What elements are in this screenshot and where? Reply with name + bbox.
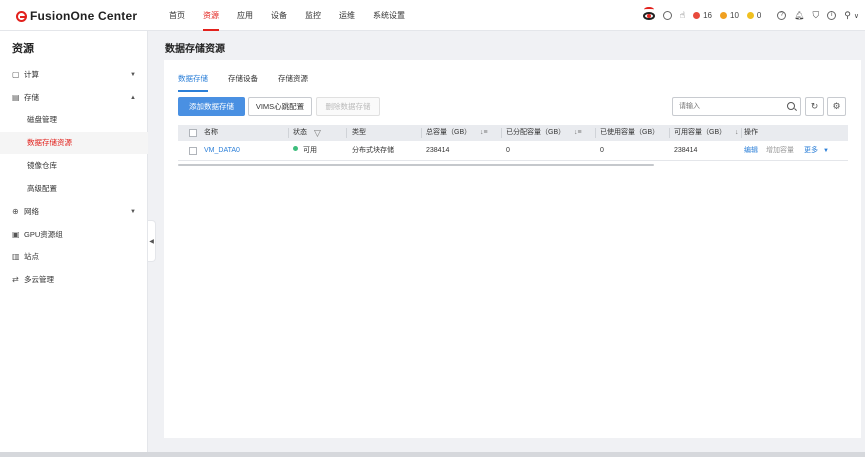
search-input[interactable] bbox=[673, 98, 773, 115]
gear-icon: ⚙ bbox=[832, 101, 841, 111]
sidebar-item-storage[interactable]: ▤ 存储 ▲ bbox=[0, 87, 148, 109]
info-icon[interactable]: i bbox=[827, 11, 837, 20]
sort-icon[interactable]: ↓≡ bbox=[574, 125, 582, 141]
vims-heartbeat-config-button[interactable]: VIMS心跳配置 bbox=[248, 97, 312, 116]
storage-name-link[interactable]: VM_DATA0 bbox=[204, 141, 240, 161]
content-panel: 数据存储 存储设备 存储资源 添加数据存储 VIMS心跳配置 删除数据存储 ↻ … bbox=[164, 60, 861, 438]
header-actions: 操作 bbox=[744, 129, 758, 136]
search-box bbox=[672, 97, 801, 116]
sidebar-item-disk-management[interactable]: 磁盘管理 bbox=[0, 109, 148, 131]
storage-icon: ▤ bbox=[12, 93, 20, 102]
sidebar-item-data-storage[interactable]: 数据存储资源 bbox=[0, 132, 148, 154]
speed-icon[interactable] bbox=[662, 11, 672, 20]
sidebar: 资源 ▢ 计算 ▼ ▤ 存储 ▲ 磁盘管理 数据存储资源 镜像仓库 高级配置 ⊕ 网络 ▼ … bbox=[0, 31, 148, 457]
total-capacity-cell: 238414 bbox=[426, 147, 450, 154]
chevron-up-icon: ▲ bbox=[130, 95, 136, 101]
top-right-toolbar: ☝ 16 10 0 ? 🔔︎ ⛉ i ⚲ ∨ bbox=[635, 0, 859, 31]
allocated-capacity-cell: 0 bbox=[506, 147, 510, 154]
nav-applications[interactable]: 应用 bbox=[237, 0, 253, 31]
select-all-checkbox[interactable] bbox=[189, 129, 197, 137]
bottom-scrollbar[interactable] bbox=[0, 452, 865, 457]
type-cell: 分布式块存储 bbox=[352, 147, 394, 154]
tab-storage-resources[interactable]: 存储资源 bbox=[278, 73, 308, 92]
logo[interactable]: FusionOne Center bbox=[16, 9, 137, 23]
table-header: 名称 状态 ▽ 类型 总容量（GB） ↓≡ 已分配容量（GB） ↓≡ 已使用容量… bbox=[178, 125, 848, 141]
top-bar: FusionOne Center 首页 资源 应用 设备 监控 运维 系统设置 … bbox=[0, 0, 865, 31]
help-icon[interactable]: ? bbox=[777, 11, 787, 20]
main-nav: 首页 资源 应用 设备 监控 运维 系统设置 bbox=[169, 0, 423, 31]
used-capacity-cell: 0 bbox=[600, 147, 604, 154]
tab-data-storage[interactable]: 数据存储 bbox=[178, 73, 208, 92]
tab-storage-devices[interactable]: 存储设备 bbox=[228, 73, 258, 92]
logo-icon bbox=[16, 10, 27, 22]
eye-icon[interactable] bbox=[642, 6, 655, 20]
cube-icon: ▢ bbox=[12, 70, 20, 79]
header-total-capacity: 总容量（GB） bbox=[426, 129, 472, 136]
horizontal-scrollbar[interactable] bbox=[178, 164, 654, 166]
sort-icon[interactable]: ↓ bbox=[735, 125, 739, 141]
more-link[interactable]: 更多 bbox=[804, 141, 818, 161]
sidebar-item-image-repository[interactable]: 镜像仓库 bbox=[0, 155, 148, 177]
page-title: 数据存储资源 bbox=[165, 44, 225, 55]
shield-icon[interactable]: ⛉ bbox=[813, 10, 820, 21]
globe-icon: ⊕ bbox=[12, 207, 19, 216]
sidebar-item-network[interactable]: ⊕ 网络 ▼ bbox=[0, 201, 148, 223]
available-capacity-cell: 238414 bbox=[674, 147, 698, 154]
major-alarm-badge[interactable]: 10 bbox=[720, 11, 739, 20]
tab-bar: 数据存储 存储设备 存储资源 bbox=[178, 73, 328, 92]
nav-devices[interactable]: 设备 bbox=[271, 0, 287, 31]
header-used-capacity: 已使用容量（GB） bbox=[600, 129, 660, 136]
nav-system-settings[interactable]: 系统设置 bbox=[373, 0, 405, 31]
header-available-capacity: 可用容量（GB） bbox=[674, 129, 727, 136]
sidebar-collapse-button[interactable]: ◀ bbox=[148, 220, 156, 262]
add-capacity-link[interactable]: 增加容量 bbox=[766, 141, 794, 161]
minor-alarm-badge[interactable]: 0 bbox=[746, 11, 761, 20]
header-type: 类型 bbox=[352, 129, 366, 136]
major-alarm-icon bbox=[720, 12, 727, 19]
hand-icon[interactable]: ☝ bbox=[680, 10, 685, 21]
nav-monitoring[interactable]: 监控 bbox=[305, 0, 321, 31]
sidebar-item-sites[interactable]: ▥ 站点 bbox=[0, 246, 148, 268]
chevron-down-icon[interactable]: ∨ bbox=[854, 12, 859, 20]
sidebar-title: 资源 bbox=[12, 43, 34, 55]
cloud-icon: ⇄ bbox=[12, 275, 19, 284]
edit-link[interactable]: 编辑 bbox=[744, 141, 758, 161]
sidebar-item-multicloud[interactable]: ⇄ 多云管理 bbox=[0, 269, 148, 291]
nav-resources[interactable]: 资源 bbox=[203, 0, 219, 31]
search-icon[interactable] bbox=[787, 102, 795, 110]
chevron-down-icon: ▼ bbox=[130, 72, 136, 78]
logo-text: FusionOne Center bbox=[30, 9, 138, 23]
row-checkbox[interactable] bbox=[189, 147, 197, 155]
sidebar-item-advanced-config[interactable]: 高级配置 bbox=[0, 178, 148, 200]
critical-alarm-badge[interactable]: 16 bbox=[693, 11, 712, 20]
status-dot-icon bbox=[293, 146, 298, 151]
refresh-button[interactable]: ↻ bbox=[805, 97, 824, 116]
sort-icon[interactable]: ↓≡ bbox=[480, 125, 488, 141]
settings-button[interactable]: ⚙ bbox=[827, 97, 846, 116]
user-icon[interactable]: ⚲ bbox=[844, 10, 851, 21]
delete-data-storage-button[interactable]: 删除数据存储 bbox=[316, 97, 380, 116]
minor-alarm-icon bbox=[746, 12, 754, 19]
sidebar-item-gpu-group[interactable]: ▣ GPU资源组 bbox=[0, 224, 148, 246]
chevron-down-icon[interactable]: ▼ bbox=[823, 141, 829, 161]
gpu-icon: ▣ bbox=[12, 230, 20, 239]
header-status: 状态 bbox=[293, 129, 307, 136]
status-cell: 可用 bbox=[293, 141, 317, 161]
refresh-icon: ↻ bbox=[810, 101, 819, 111]
nav-operations[interactable]: 运维 bbox=[339, 0, 355, 31]
add-data-storage-button[interactable]: 添加数据存储 bbox=[178, 97, 245, 116]
chevron-down-icon: ▼ bbox=[130, 209, 136, 215]
nav-home[interactable]: 首页 bbox=[169, 0, 185, 31]
sidebar-item-compute[interactable]: ▢ 计算 ▼ bbox=[0, 64, 148, 86]
table-row: VM_DATA0 可用 分布式块存储 238414 0 0 238414 编辑 … bbox=[178, 141, 848, 161]
critical-alarm-icon bbox=[693, 12, 701, 19]
header-allocated-capacity: 已分配容量（GB） bbox=[506, 129, 566, 136]
filter-icon[interactable]: ▽ bbox=[314, 125, 321, 141]
bell-icon[interactable]: 🔔︎ bbox=[794, 11, 804, 20]
building-icon: ▥ bbox=[12, 252, 20, 261]
header-name: 名称 bbox=[204, 129, 218, 136]
